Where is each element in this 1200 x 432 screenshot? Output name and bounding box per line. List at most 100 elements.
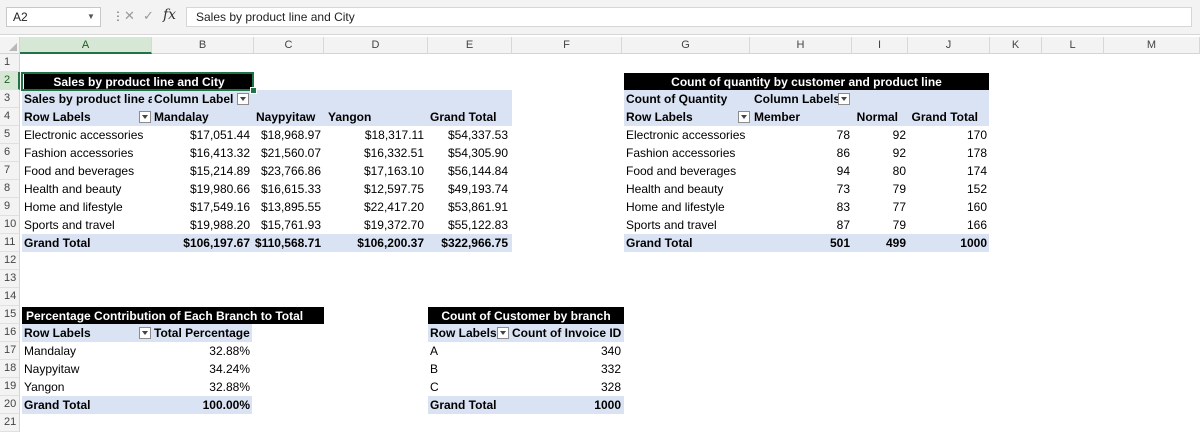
pivot-quantity-column-filter-icon[interactable] — [838, 93, 850, 105]
row-header-11[interactable]: 11 — [0, 234, 20, 252]
row-header-19[interactable]: 19 — [0, 378, 20, 396]
row-header-16[interactable]: 16 — [0, 324, 20, 342]
pivot-quantity-total-cell[interactable]: 499 — [852, 234, 906, 252]
pivot-quantity-cell[interactable]: 92 — [852, 144, 906, 162]
column-header-b[interactable]: B — [152, 37, 254, 54]
pivot-sales-cell[interactable]: $16,413.32 — [152, 144, 250, 162]
row-header-4[interactable]: 4 — [0, 108, 20, 126]
pivot-sales-row-label[interactable]: Electronic accessories — [24, 126, 152, 144]
pivot-branch-pct-total-label[interactable]: Grand Total — [24, 396, 152, 414]
pivot-customer-branch-cell[interactable]: 328 — [512, 378, 621, 396]
pivot-sales-cell[interactable]: $16,615.33 — [254, 180, 321, 198]
pivot-sales-row-filter-icon[interactable] — [139, 111, 151, 123]
pivot-quantity-cell[interactable]: 80 — [852, 162, 906, 180]
pivot-sales-cell[interactable]: $19,372.70 — [324, 216, 424, 234]
pivot-sales-cell[interactable]: $54,337.53 — [428, 126, 508, 144]
pivot-quantity-cell[interactable]: 78 — [750, 126, 850, 144]
pivot-quantity-row-label[interactable]: Fashion accessories — [626, 144, 750, 162]
formula-input[interactable]: Sales by product line and City — [186, 7, 1192, 27]
pivot-sales-cell[interactable]: $21,560.07 — [254, 144, 321, 162]
pivot-customer-branch-row-label[interactable]: C — [430, 378, 510, 396]
pivot-sales-cell[interactable]: $16,332.51 — [324, 144, 424, 162]
pivot-quantity-row-label[interactable]: Food and beverages — [626, 162, 750, 180]
row-header-1[interactable]: 1 — [0, 54, 20, 72]
pivot-sales-column-labels[interactable]: Column Labels — [154, 90, 234, 108]
pivot-quantity-cell[interactable]: 87 — [750, 216, 850, 234]
pivot-quantity-row-label[interactable]: Home and lifestyle — [626, 198, 750, 216]
pivot-branch-pct-row-label[interactable]: Yangon — [24, 378, 152, 396]
row-header-14[interactable]: 14 — [0, 288, 20, 306]
pivot-sales-column-filter-icon[interactable] — [237, 93, 249, 105]
name-box-dropdown-icon[interactable]: ▼ — [87, 12, 95, 21]
row-header-12[interactable]: 12 — [0, 252, 20, 270]
pivot-customer-branch-row-label[interactable]: A — [430, 342, 510, 360]
pivot-quantity-cell[interactable]: 94 — [750, 162, 850, 180]
pivot-quantity-cell[interactable]: 83 — [750, 198, 850, 216]
pivot-sales-row-label[interactable]: Food and beverages — [24, 162, 152, 180]
pivot-quantity-corner-label[interactable]: Count of Quantity — [626, 90, 750, 108]
pivot-quantity-cell[interactable]: 79 — [852, 216, 906, 234]
fill-handle[interactable] — [250, 87, 257, 94]
row-header-2[interactable]: 2 — [0, 72, 20, 90]
pivot-branch-pct-row-label[interactable]: Mandalay — [24, 342, 152, 360]
pivot-quantity-column-labels[interactable]: Column Labels — [754, 90, 838, 108]
row-header-7[interactable]: 7 — [0, 162, 20, 180]
pivot-quantity-cell[interactable]: 77 — [852, 198, 906, 216]
pivot-quantity-total-label[interactable]: Grand Total — [626, 234, 750, 252]
row-header-18[interactable]: 18 — [0, 360, 20, 378]
pivot-sales-cell[interactable]: $12,597.75 — [324, 180, 424, 198]
pivot-sales-cell[interactable]: $13,895.55 — [254, 198, 321, 216]
pivot-branch-pct-row-filter-icon[interactable] — [139, 327, 151, 339]
pivot-quantity-cell[interactable]: 86 — [750, 144, 850, 162]
row-header-6[interactable]: 6 — [0, 144, 20, 162]
pivot-sales-cell[interactable]: $17,163.10 — [324, 162, 424, 180]
pivot-sales-total-cell[interactable]: $322,966.75 — [428, 234, 508, 252]
pivot-sales-cell[interactable]: $55,122.83 — [428, 216, 508, 234]
row-header-17[interactable]: 17 — [0, 342, 20, 360]
pivot-customer-branch-row-label[interactable]: B — [430, 360, 510, 378]
pivot-sales-row-label[interactable]: Home and lifestyle — [24, 198, 152, 216]
pivot-quantity-cell[interactable]: 178 — [908, 144, 987, 162]
column-header-h[interactable]: H — [750, 37, 852, 54]
column-header-c[interactable]: C — [254, 37, 324, 54]
row-header-9[interactable]: 9 — [0, 198, 20, 216]
pivot-quantity-cell[interactable]: 73 — [750, 180, 850, 198]
pivot-quantity-cell[interactable]: 170 — [908, 126, 987, 144]
active-cell-selection[interactable] — [21, 72, 254, 91]
row-header-15[interactable]: 15 — [0, 306, 20, 324]
pivot-sales-total-cell[interactable]: $106,197.67 — [152, 234, 250, 252]
pivot-sales-total-cell[interactable]: $106,200.37 — [324, 234, 424, 252]
pivot-sales-cell[interactable]: $18,317.11 — [324, 126, 424, 144]
pivot-sales-cell[interactable]: $22,417.20 — [324, 198, 424, 216]
pivot-quantity-cell[interactable]: 160 — [908, 198, 987, 216]
row-header-21[interactable]: 21 — [0, 414, 20, 432]
pivot-quantity-total-cell[interactable]: 501 — [750, 234, 850, 252]
pivot-sales-cell[interactable]: $18,968.97 — [254, 126, 321, 144]
pivot-sales-cell[interactable]: $15,761.93 — [254, 216, 321, 234]
pivot-quantity-cell[interactable]: 92 — [852, 126, 906, 144]
column-header-f[interactable]: F — [512, 37, 622, 54]
pivot-customer-branch-cell[interactable]: 340 — [512, 342, 621, 360]
pivot-sales-cell[interactable]: $19,988.20 — [152, 216, 250, 234]
pivot-quantity-cell[interactable]: 174 — [908, 162, 987, 180]
pivot-quantity-cell[interactable]: 166 — [908, 216, 987, 234]
pivot-sales-corner-label[interactable]: Sales by product line and City — [24, 90, 152, 108]
row-header-3[interactable]: 3 — [0, 90, 20, 108]
row-header-20[interactable]: 20 — [0, 396, 20, 414]
pivot-sales-cell[interactable]: $15,214.89 — [152, 162, 250, 180]
enter-icon[interactable]: ✓ — [143, 8, 154, 24]
pivot-quantity-row-label[interactable]: Health and beauty — [626, 180, 750, 198]
pivot-quantity-total-cell[interactable]: 1000 — [908, 234, 987, 252]
pivot-customer-branch-cell[interactable]: 332 — [512, 360, 621, 378]
pivot-sales-cell[interactable]: $54,305.90 — [428, 144, 508, 162]
column-header-e[interactable]: E — [428, 37, 512, 54]
pivot-sales-row-label[interactable]: Fashion accessories — [24, 144, 152, 162]
pivot-customer-branch-row-filter-icon[interactable] — [497, 327, 509, 339]
row-header-10[interactable]: 10 — [0, 216, 20, 234]
row-header-5[interactable]: 5 — [0, 126, 20, 144]
cancel-icon[interactable]: ✕ — [124, 8, 135, 24]
pivot-quantity-cell[interactable]: 152 — [908, 180, 987, 198]
pivot-sales-cell[interactable]: $53,861.91 — [428, 198, 508, 216]
column-header-d[interactable]: D — [324, 37, 428, 54]
pivot-sales-cell[interactable]: $19,980.66 — [152, 180, 250, 198]
